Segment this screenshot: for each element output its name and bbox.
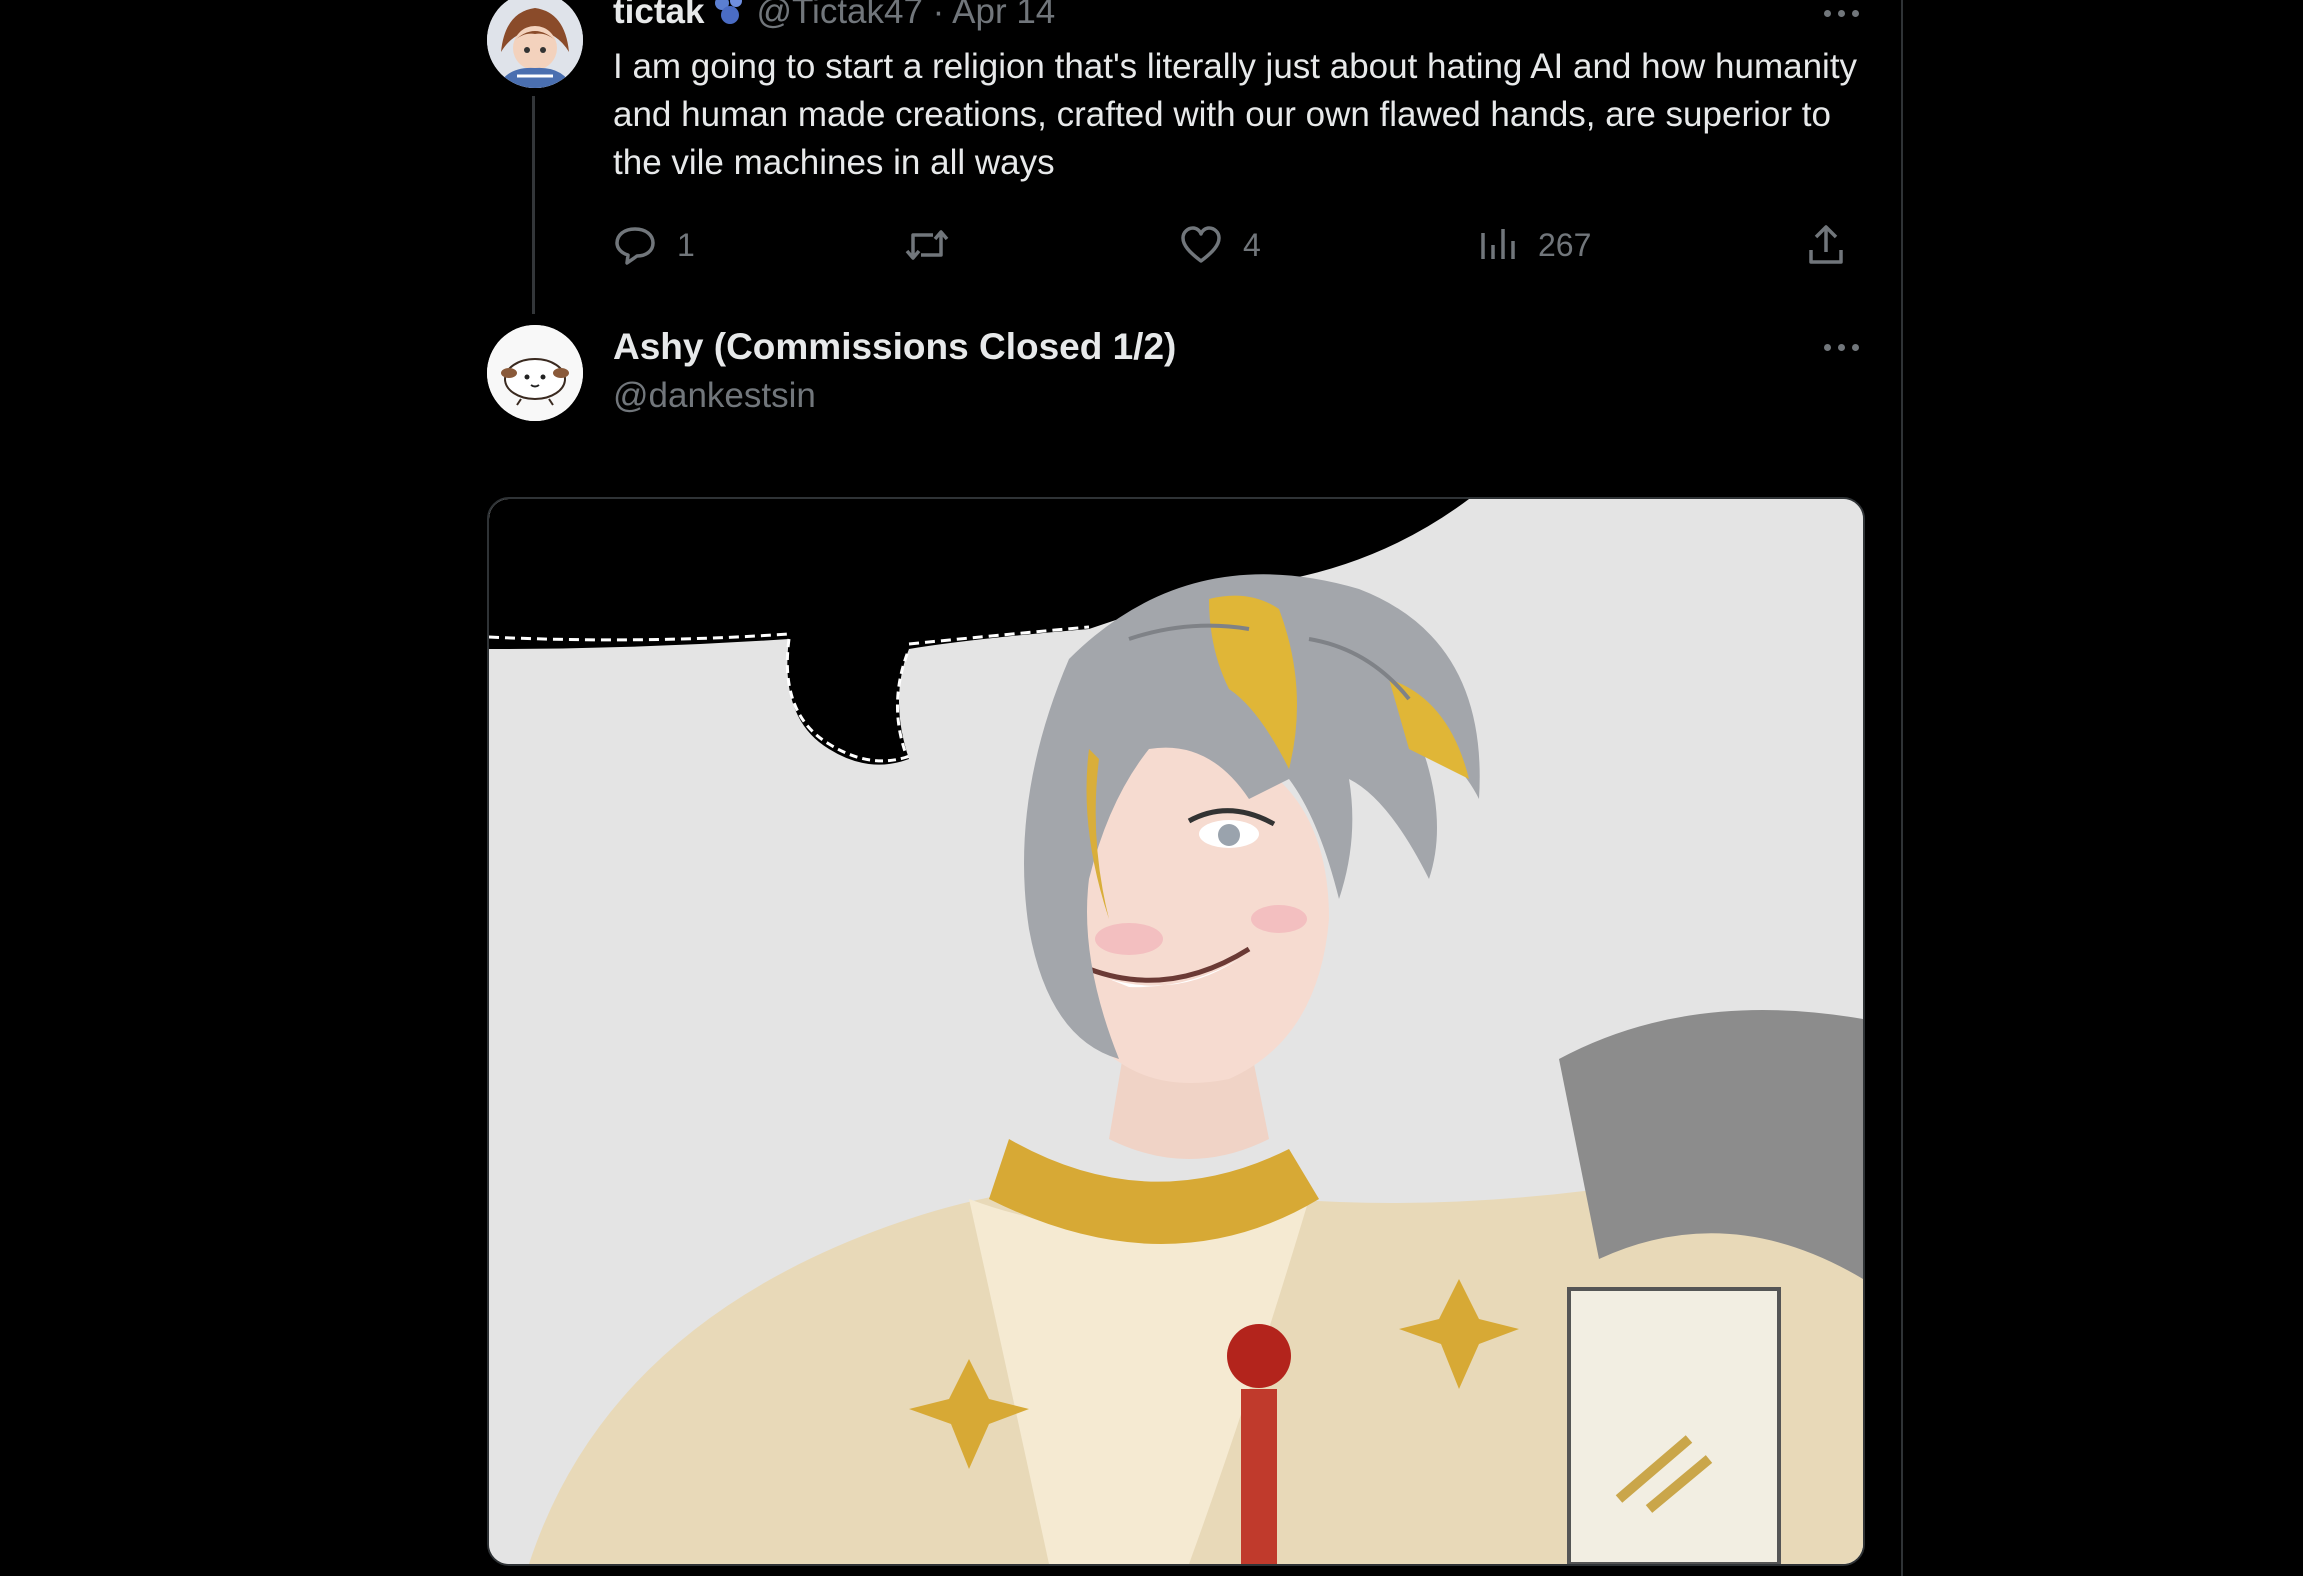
tweet2-avatar[interactable]: [487, 325, 583, 421]
tweet1-separator: ·: [922, 0, 953, 31]
view-count: 267: [1538, 226, 1592, 263]
tweet1-handle[interactable]: @Tictak47: [756, 0, 923, 31]
reply-count: 1: [677, 226, 695, 263]
reply-icon: [615, 227, 655, 265]
tweet1-avatar[interactable]: [487, 0, 583, 88]
share-icon: [1809, 225, 1843, 264]
thread-connector-line: [532, 96, 535, 314]
retweet-icon: [905, 230, 949, 260]
reply-button[interactable]: 1: [613, 220, 695, 270]
more-icon[interactable]: [1822, 10, 1862, 22]
retweet-button[interactable]: [903, 220, 971, 270]
more-icon[interactable]: [1822, 344, 1862, 356]
tweet1-header: tictak @Tictak47 · Apr 14: [613, 0, 1055, 36]
views-chart-icon: [1481, 229, 1515, 259]
tweet2-media-image[interactable]: [487, 497, 1865, 1566]
like-button[interactable]: 4: [1179, 220, 1261, 270]
views-button[interactable]: 267: [1478, 220, 1591, 270]
tweet2-author-name[interactable]: Ashy (Commissions Closed 1/2): [613, 326, 1176, 368]
verified-badge-icon: [712, 0, 748, 36]
tweet2-handle[interactable]: @dankestsin: [613, 376, 816, 416]
right-column-divider: [1901, 0, 1903, 1576]
tweet1-action-bar: 1 4 267: [613, 220, 1853, 270]
tweet1-text: I am going to start a religion that's li…: [613, 47, 1858, 182]
heart-icon: [1181, 226, 1221, 263]
share-button[interactable]: [1806, 220, 1846, 270]
tweet1-date[interactable]: Apr 14: [952, 0, 1055, 31]
like-count: 4: [1243, 226, 1261, 263]
tweet1-author-name[interactable]: tictak: [613, 0, 704, 31]
